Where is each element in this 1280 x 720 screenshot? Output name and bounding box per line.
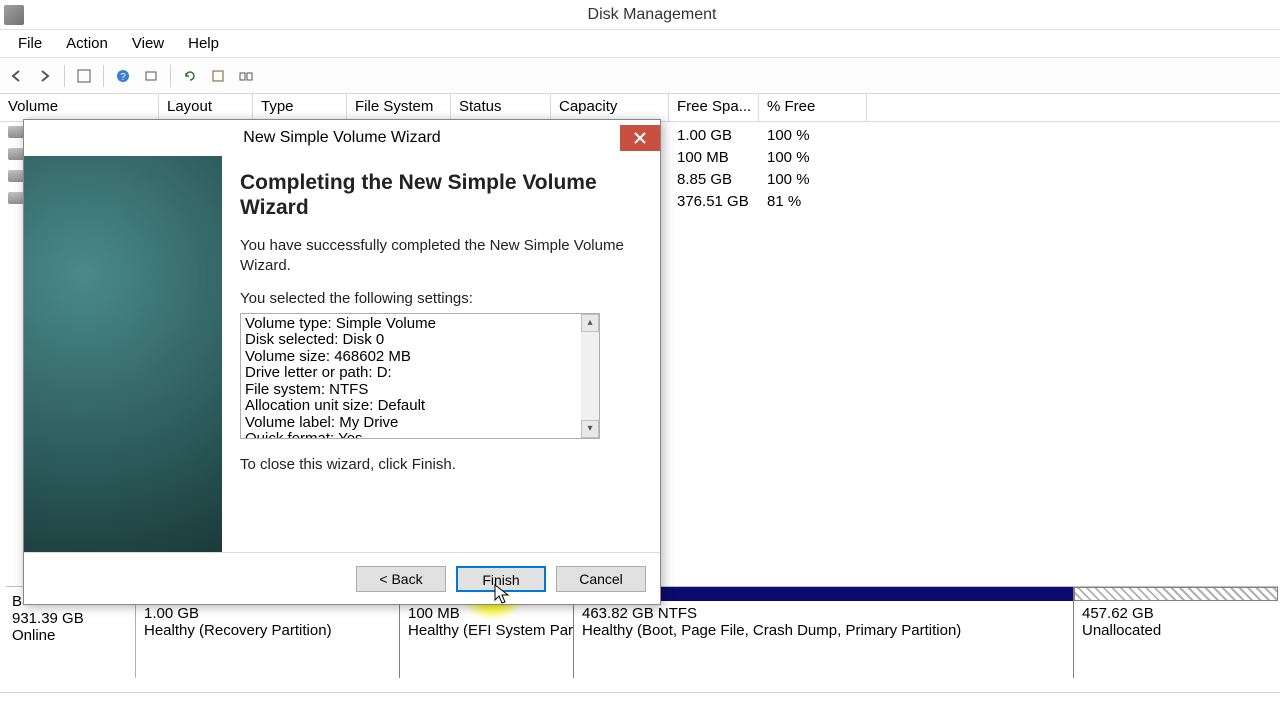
col-type[interactable]: Type [253, 94, 347, 121]
col-capacity[interactable]: Capacity [551, 94, 669, 121]
part-size: 463.82 GB NTFS [582, 605, 1065, 622]
col-layout[interactable]: Layout [159, 94, 253, 121]
status-bar [0, 692, 1280, 720]
wizard-text-2: You selected the following settings: [240, 289, 636, 309]
partition-unallocated[interactable]: 457.62 GB Unallocated [1074, 587, 1278, 678]
setting-line: Volume label: My Drive [245, 415, 595, 432]
part-size: 1.00 GB [144, 605, 391, 622]
window-titlebar: Disk Management [0, 0, 1280, 30]
cell-freespace: 376.51 GB [669, 193, 759, 210]
cell-freespace: 8.85 GB [669, 171, 759, 188]
setting-line: Drive letter or path: D: [245, 365, 595, 382]
part-size: 457.62 GB [1082, 605, 1270, 622]
part-size: 100 MB [408, 605, 565, 622]
toolbar-separator [64, 65, 65, 87]
col-filesystem[interactable]: File System [347, 94, 451, 121]
app-icon [4, 5, 24, 25]
cell-pctfree: 100 % [759, 171, 818, 188]
setting-line: Volume size: 468602 MB [245, 349, 595, 366]
wizard-titlebar[interactable]: New Simple Volume Wizard [24, 120, 660, 156]
cell-freespace: 100 MB [669, 149, 759, 166]
cell-pctfree: 81 % [759, 193, 809, 210]
part-status: Healthy (EFI System Par [408, 622, 565, 639]
scroll-down-icon[interactable]: ▾ [581, 420, 599, 438]
wizard-text-3: To close this wizard, click Finish. [240, 455, 636, 475]
disk-size: 931.39 GB [12, 610, 129, 627]
wizard-footer: < Back Finish Cancel [24, 552, 660, 604]
col-pctfree[interactable]: % Free [759, 94, 867, 121]
wizard-content: Completing the New Simple Volume Wizard … [222, 156, 660, 552]
wizard-dialog: New Simple Volume Wizard Completing the … [23, 119, 661, 605]
wizard-heading: Completing the New Simple Volume Wizard [240, 170, 636, 220]
table-row[interactable]: 1.00 GB 100 % [669, 124, 818, 146]
column-header-row: Volume Layout Type File System Status Ca… [0, 94, 1280, 122]
cancel-button[interactable]: Cancel [556, 566, 646, 592]
disk-status: Online [12, 627, 129, 644]
scrollbar[interactable]: ▴ ▾ [581, 314, 599, 438]
menu-action[interactable]: Action [54, 31, 120, 56]
settings-content: Volume type: Simple Volume Disk selected… [241, 314, 599, 439]
setting-line: Volume type: Simple Volume [245, 316, 595, 333]
table-row[interactable]: 8.85 GB 100 % [669, 168, 818, 190]
col-volume[interactable]: Volume [0, 94, 159, 121]
help-icon-button[interactable]: ? [110, 63, 136, 89]
back-button[interactable] [4, 63, 30, 89]
window-title: Disk Management [24, 6, 1280, 24]
setting-line: Allocation unit size: Default [245, 398, 595, 415]
part-status: Unallocated [1082, 622, 1270, 639]
settings-listbox[interactable]: Volume type: Simple Volume Disk selected… [240, 313, 600, 439]
cell-pctfree: 100 % [759, 149, 818, 166]
toolbar: ? [0, 58, 1280, 94]
toolbar-btn-6[interactable] [233, 63, 259, 89]
wizard-sidebar-image [24, 156, 222, 552]
wizard-text-1: You have successfully completed the New … [240, 236, 636, 275]
table-row[interactable]: 100 MB 100 % [669, 146, 818, 168]
finish-button[interactable]: Finish [456, 566, 546, 592]
cell-pctfree: 100 % [759, 127, 818, 144]
close-button[interactable] [620, 125, 660, 151]
toolbar-btn-3[interactable] [138, 63, 164, 89]
wizard-title: New Simple Volume Wizard [24, 129, 620, 147]
setting-line: Disk selected: Disk 0 [245, 332, 595, 349]
table-row[interactable]: 376.51 GB 81 % [669, 190, 809, 212]
menu-view[interactable]: View [120, 31, 176, 56]
menu-file[interactable]: File [6, 31, 54, 56]
menu-help[interactable]: Help [176, 31, 231, 56]
forward-button[interactable] [32, 63, 58, 89]
partition-bar [1074, 587, 1278, 601]
col-freespace[interactable]: Free Spa... [669, 94, 759, 121]
setting-line: Quick format: Yes [245, 431, 595, 439]
refresh-button[interactable] [177, 63, 203, 89]
part-status: Healthy (Recovery Partition) [144, 622, 391, 639]
cell-freespace: 1.00 GB [669, 127, 759, 144]
setting-line: File system: NTFS [245, 382, 595, 399]
menu-bar: File Action View Help [0, 30, 1280, 58]
close-icon [634, 132, 646, 144]
toolbar-btn-5[interactable] [205, 63, 231, 89]
toolbar-btn-1[interactable] [71, 63, 97, 89]
scroll-up-icon[interactable]: ▴ [581, 314, 599, 332]
svg-text:?: ? [120, 72, 126, 83]
col-status[interactable]: Status [451, 94, 551, 121]
toolbar-separator [103, 65, 104, 87]
back-button[interactable]: < Back [356, 566, 446, 592]
toolbar-separator [170, 65, 171, 87]
part-status: Healthy (Boot, Page File, Crash Dump, Pr… [582, 622, 1065, 639]
